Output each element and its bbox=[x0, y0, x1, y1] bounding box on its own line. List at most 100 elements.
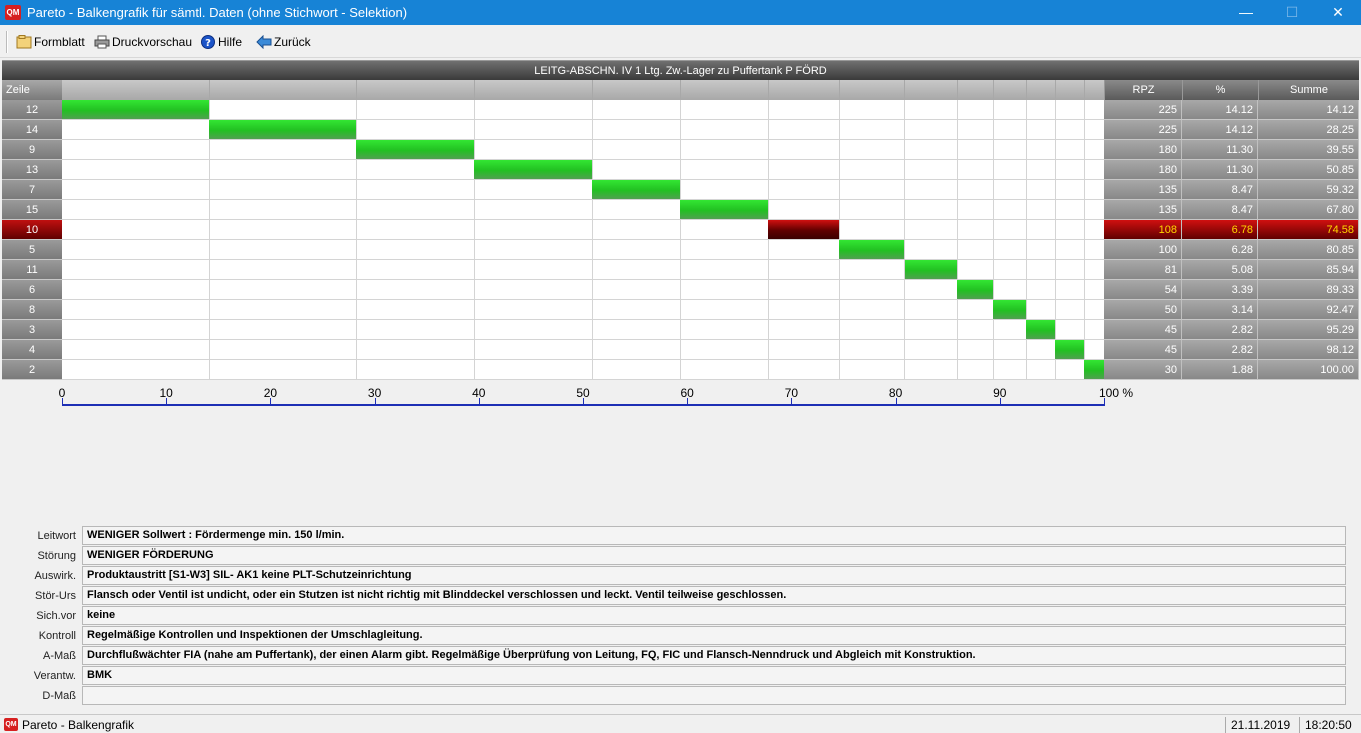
grid-hline bbox=[62, 359, 1104, 360]
row-label[interactable]: 2 bbox=[2, 360, 62, 380]
pareto-bar[interactable] bbox=[62, 100, 210, 119]
rpz-cell[interactable]: 135 bbox=[1104, 200, 1182, 220]
pareto-bar[interactable] bbox=[768, 220, 840, 239]
pareto-bar[interactable] bbox=[992, 300, 1026, 319]
pareto-bar[interactable] bbox=[957, 280, 993, 299]
detail-value[interactable] bbox=[82, 686, 1346, 705]
row-label[interactable]: 4 bbox=[2, 340, 62, 360]
header-zeile[interactable]: Zeile bbox=[2, 80, 62, 100]
pareto-bar[interactable] bbox=[591, 180, 681, 199]
rpz-cell[interactable]: 81 bbox=[1104, 260, 1182, 280]
summe-cell[interactable]: 74.58 bbox=[1258, 220, 1359, 240]
percent-cell[interactable]: 2.82 bbox=[1182, 320, 1258, 340]
percent-cell[interactable]: 11.30 bbox=[1182, 160, 1258, 180]
toolbar-grip[interactable] bbox=[6, 31, 8, 53]
pareto-bar[interactable] bbox=[839, 240, 905, 259]
row-label[interactable]: 10 bbox=[2, 220, 62, 240]
zurueck-label: Zurück bbox=[274, 35, 311, 49]
summe-cell[interactable]: 39.55 bbox=[1258, 140, 1359, 160]
rpz-cell[interactable]: 54 bbox=[1104, 280, 1182, 300]
detail-value[interactable]: WENIGER Sollwert : Fördermenge min. 150 … bbox=[82, 526, 1346, 545]
axis-tick-label: 20 bbox=[263, 386, 278, 400]
pareto-bar[interactable] bbox=[1055, 340, 1085, 359]
row-label[interactable]: 5 bbox=[2, 240, 62, 260]
summe-cell[interactable]: 98.12 bbox=[1258, 340, 1359, 360]
header-percent[interactable]: % bbox=[1182, 80, 1258, 100]
rpz-cell[interactable]: 100 bbox=[1104, 240, 1182, 260]
row-label[interactable]: 12 bbox=[2, 100, 62, 120]
grid-hline bbox=[62, 179, 1104, 180]
percent-cell[interactable]: 3.14 bbox=[1182, 300, 1258, 320]
formblatt-button[interactable]: Formblatt bbox=[16, 33, 85, 51]
rpz-cell[interactable]: 225 bbox=[1104, 100, 1182, 120]
row-label[interactable]: 11 bbox=[2, 260, 62, 280]
druckvorschau-button[interactable]: Druckvorschau bbox=[94, 33, 192, 51]
pareto-bar[interactable] bbox=[209, 120, 357, 139]
header-vline bbox=[904, 80, 906, 100]
summe-cell[interactable]: 85.94 bbox=[1258, 260, 1359, 280]
percent-cell[interactable]: 8.47 bbox=[1182, 200, 1258, 220]
summe-cell[interactable]: 67.80 bbox=[1258, 200, 1359, 220]
row-label[interactable]: 7 bbox=[2, 180, 62, 200]
summe-cell[interactable]: 92.47 bbox=[1258, 300, 1359, 320]
row-label[interactable]: 3 bbox=[2, 320, 62, 340]
percent-cell[interactable]: 11.30 bbox=[1182, 140, 1258, 160]
row-label[interactable]: 6 bbox=[2, 280, 62, 300]
zurueck-button[interactable]: Zurück bbox=[256, 33, 311, 51]
grid-vline bbox=[680, 100, 682, 380]
close-button[interactable]: ✕ bbox=[1315, 0, 1361, 25]
axis-tick-label: 0 bbox=[58, 386, 66, 400]
summe-cell[interactable]: 14.12 bbox=[1258, 100, 1359, 120]
row-label[interactable]: 9 bbox=[2, 140, 62, 160]
percent-cell[interactable]: 6.28 bbox=[1182, 240, 1258, 260]
percent-cell[interactable]: 5.08 bbox=[1182, 260, 1258, 280]
percent-cell[interactable]: 6.78 bbox=[1182, 220, 1258, 240]
summe-cell[interactable]: 28.25 bbox=[1258, 120, 1359, 140]
row-label[interactable]: 15 bbox=[2, 200, 62, 220]
pareto-bar[interactable] bbox=[474, 160, 592, 179]
header-summe[interactable]: Summe bbox=[1258, 80, 1359, 100]
grid-vline bbox=[1054, 100, 1056, 380]
rpz-cell[interactable]: 45 bbox=[1104, 340, 1182, 360]
pareto-bar[interactable] bbox=[1025, 320, 1055, 339]
maximize-button[interactable]: ☐ bbox=[1269, 0, 1315, 25]
rpz-cell[interactable]: 50 bbox=[1104, 300, 1182, 320]
pareto-bar[interactable] bbox=[1084, 360, 1104, 379]
rpz-cell[interactable]: 108 bbox=[1104, 220, 1182, 240]
summe-cell[interactable]: 80.85 bbox=[1258, 240, 1359, 260]
detail-value[interactable]: keine bbox=[82, 606, 1346, 625]
pareto-bar[interactable] bbox=[356, 140, 475, 159]
minimize-button[interactable]: — bbox=[1223, 0, 1269, 25]
rpz-cell[interactable]: 135 bbox=[1104, 180, 1182, 200]
rpz-cell[interactable]: 30 bbox=[1104, 360, 1182, 380]
summe-cell[interactable]: 95.29 bbox=[1258, 320, 1359, 340]
rpz-cell[interactable]: 225 bbox=[1104, 120, 1182, 140]
rpz-cell[interactable]: 180 bbox=[1104, 160, 1182, 180]
pareto-bar[interactable] bbox=[904, 260, 958, 279]
percent-cell[interactable]: 2.82 bbox=[1182, 340, 1258, 360]
hilfe-button[interactable]: ? Hilfe bbox=[200, 33, 242, 51]
detail-value[interactable]: WENIGER FÖRDERUNG bbox=[82, 546, 1346, 565]
pareto-bar[interactable] bbox=[680, 200, 769, 219]
summe-cell[interactable]: 50.85 bbox=[1258, 160, 1359, 180]
detail-value[interactable]: Produktaustritt [S1-W3] SIL- AK1 keine P… bbox=[82, 566, 1346, 585]
percent-cell[interactable]: 8.47 bbox=[1182, 180, 1258, 200]
row-label[interactable]: 14 bbox=[2, 120, 62, 140]
header-rpz[interactable]: RPZ bbox=[1104, 80, 1182, 100]
rpz-cell[interactable]: 180 bbox=[1104, 140, 1182, 160]
percent-cell[interactable]: 3.39 bbox=[1182, 280, 1258, 300]
percent-cell[interactable]: 14.12 bbox=[1182, 100, 1258, 120]
percent-cell[interactable]: 1.88 bbox=[1182, 360, 1258, 380]
percent-cell[interactable]: 14.12 bbox=[1182, 120, 1258, 140]
detail-value[interactable]: Flansch oder Ventil ist undicht, oder ei… bbox=[82, 586, 1346, 605]
detail-value[interactable]: Durchflußwächter FIA (nahe am Puffertank… bbox=[82, 646, 1346, 665]
detail-value[interactable]: Regelmäßige Kontrollen und Inspektionen … bbox=[82, 626, 1346, 645]
summe-cell[interactable]: 100.00 bbox=[1258, 360, 1359, 380]
rpz-cell[interactable]: 45 bbox=[1104, 320, 1182, 340]
row-label[interactable]: 8 bbox=[2, 300, 62, 320]
detail-value[interactable]: BMK bbox=[82, 666, 1346, 685]
row-label[interactable]: 13 bbox=[2, 160, 62, 180]
summe-cell[interactable]: 89.33 bbox=[1258, 280, 1359, 300]
grid-hline bbox=[62, 219, 1104, 220]
summe-cell[interactable]: 59.32 bbox=[1258, 180, 1359, 200]
